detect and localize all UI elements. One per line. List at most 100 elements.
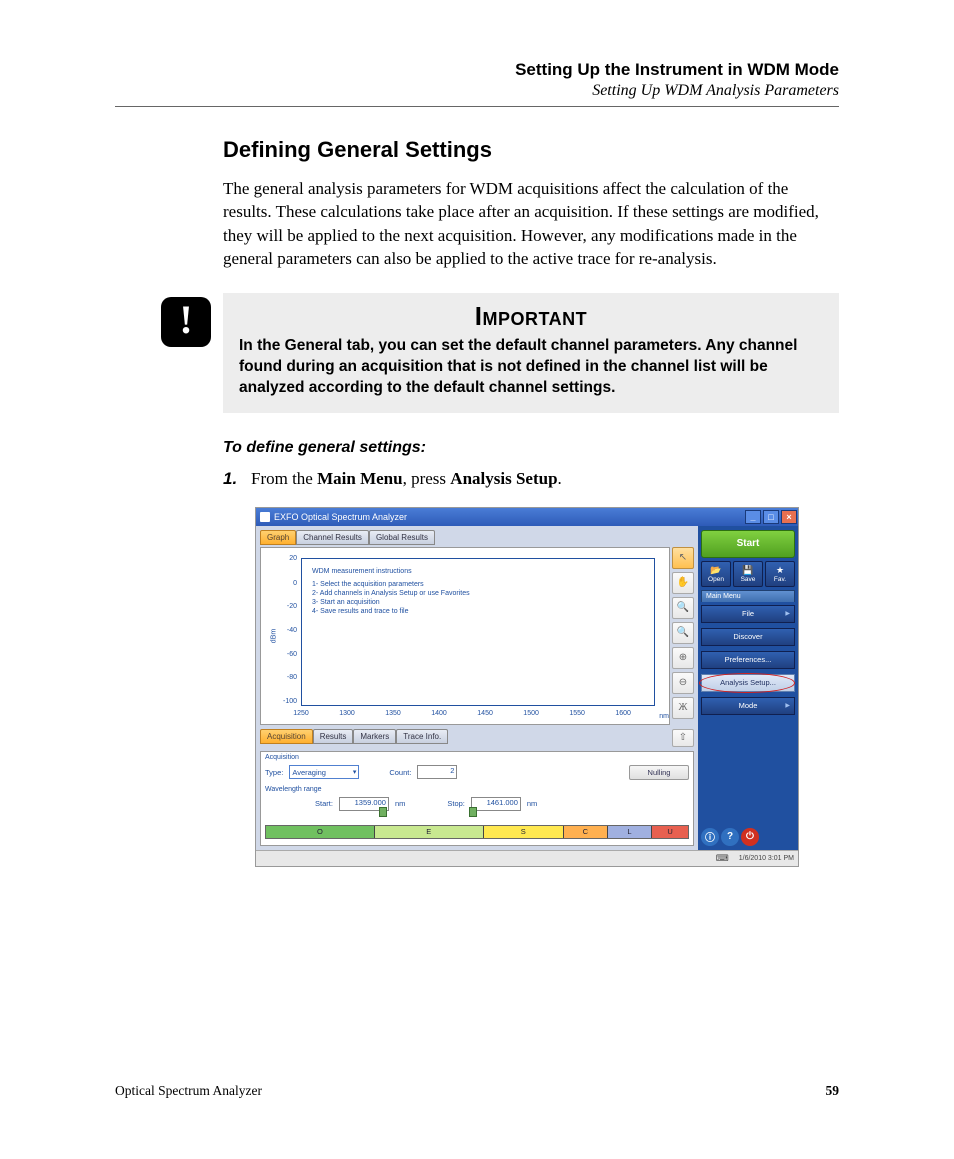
status-bar: ⌨ 1/6/2010 3:01 PM — [256, 850, 798, 866]
step-number: 1. — [223, 469, 251, 489]
window-title: EXFO Optical Spectrum Analyzer — [274, 512, 407, 522]
slider-handle-start[interactable] — [379, 807, 387, 817]
nulling-button[interactable]: Nulling — [629, 765, 689, 780]
step-1: 1. From the Main Menu, press Analysis Se… — [223, 469, 839, 489]
y-tick: -20 — [281, 603, 297, 610]
app-screenshot: EXFO Optical Spectrum Analyzer _ □ × Gra… — [255, 507, 799, 867]
x-tick: 1300 — [339, 710, 355, 717]
y-tick: -60 — [281, 651, 297, 658]
tab-acquisition[interactable]: Acquisition — [260, 729, 313, 744]
type-value: Averaging — [292, 768, 326, 777]
stop-input[interactable]: 1461.000 — [471, 797, 521, 811]
menu-analysis-setup[interactable]: Analysis Setup... — [701, 674, 795, 692]
band-s: S — [484, 826, 564, 838]
zoom-tool-icon[interactable]: 🔍 — [672, 622, 694, 644]
important-text: In the General tab, you can set the defa… — [239, 336, 823, 399]
graph-plot-area: WDM measurement instructions 1- Select t… — [301, 558, 655, 706]
menu-preferences[interactable]: Preferences... — [701, 651, 795, 669]
graph-panel: dBm 20 0 -20 -40 -60 -80 -100 WD — [260, 547, 670, 725]
step-text-fragment: , press — [403, 469, 451, 488]
type-select[interactable]: Averaging ▾ — [289, 765, 359, 779]
wavelength-range-legend: Wavelength range — [265, 786, 689, 793]
x-tick: 1350 — [385, 710, 401, 717]
keyboard-icon[interactable]: ⌨ — [716, 853, 729, 864]
header-rule — [115, 106, 839, 107]
tab-trace-info[interactable]: Trace Info. — [396, 729, 448, 744]
power-icon[interactable]: ⏻ — [741, 828, 759, 846]
save-button[interactable]: 💾Save — [733, 561, 763, 587]
x-tick: 1550 — [569, 710, 585, 717]
favorites-button[interactable]: ★Fav. — [765, 561, 795, 587]
y-tick: 20 — [281, 555, 297, 562]
tab-global-results[interactable]: Global Results — [369, 530, 435, 545]
zoom-fit-icon[interactable]: ⊕ — [672, 647, 694, 669]
x-tick: 1450 — [477, 710, 493, 717]
instr-line: 3- Start an acquisition — [312, 598, 470, 607]
slider-handle-stop[interactable] — [469, 807, 477, 817]
save-label: Save — [741, 576, 756, 583]
wavelength-band-bar: O E S C L U — [265, 825, 689, 839]
save-icon: 💾 — [742, 565, 753, 576]
info-icon[interactable]: ⓘ — [701, 828, 719, 846]
instr-title: WDM measurement instructions — [312, 567, 470, 576]
important-callout: ! Important In the General tab, you can … — [223, 293, 839, 413]
x-tick: 1400 — [431, 710, 447, 717]
star-icon: ★ — [776, 565, 784, 576]
chevron-right-icon: ▶ — [785, 610, 790, 617]
x-tick: 1500 — [523, 710, 539, 717]
pointer-tool-icon[interactable]: ↖ — [672, 547, 694, 569]
app-icon — [260, 512, 270, 522]
menu-discover[interactable]: Discover — [701, 628, 795, 646]
type-label: Type: — [265, 768, 283, 777]
zoom-in-icon[interactable]: 🔍 — [672, 597, 694, 619]
x-axis-unit: nm — [659, 713, 669, 720]
chevron-down-icon: ▾ — [353, 768, 357, 776]
start-button[interactable]: Start — [701, 530, 795, 558]
window-close-button[interactable]: × — [781, 510, 797, 524]
zoom-out-icon[interactable]: ⊖ — [672, 672, 694, 694]
step-text-bold: Main Menu — [317, 469, 402, 488]
y-tick: -40 — [281, 627, 297, 634]
status-timestamp: 1/6/2010 3:01 PM — [739, 855, 794, 862]
tab-channel-results[interactable]: Channel Results — [296, 530, 369, 545]
instr-line: 4- Save results and trace to file — [312, 607, 470, 616]
pan-tool-icon[interactable]: ✋ — [672, 572, 694, 594]
window-minimize-button[interactable]: _ — [745, 510, 761, 524]
bottom-icon-row: ⓘ ? ⏻ — [701, 828, 795, 846]
menu-file[interactable]: File▶ — [701, 605, 795, 623]
open-button[interactable]: 📂Open — [701, 561, 731, 587]
count-input[interactable]: 2 — [417, 765, 457, 779]
acquisition-panel: Acquisition Type: Averaging▾ Count: 2 Nu… — [260, 751, 694, 846]
step-text-fragment: . — [558, 469, 562, 488]
wavelength-slider[interactable] — [265, 813, 689, 819]
instr-line: 1- Select the acquisition parameters — [312, 580, 470, 589]
page-header-title: Setting Up the Instrument in WDM Mode — [115, 60, 839, 80]
tab-graph[interactable]: Graph — [260, 530, 296, 545]
band-o: O — [266, 826, 375, 838]
tab-results[interactable]: Results — [313, 729, 354, 744]
top-tabs: Graph Channel Results Global Results — [260, 530, 694, 545]
acquisition-legend: Acquisition — [265, 754, 689, 761]
graph-instructions: WDM measurement instructions 1- Select t… — [312, 567, 470, 616]
menu-label: Preferences... — [725, 655, 772, 664]
start-label: Start: — [315, 799, 333, 808]
important-heading: Important — [239, 301, 823, 332]
band-l: L — [608, 826, 652, 838]
page-header-subtitle: Setting Up WDM Analysis Parameters — [115, 82, 839, 100]
body-paragraph: The general analysis parameters for WDM … — [223, 177, 839, 271]
window-maximize-button[interactable]: □ — [763, 510, 779, 524]
menu-label: Analysis Setup... — [720, 678, 776, 687]
main-menu-header: Main Menu — [701, 590, 795, 602]
marker-tool-icon[interactable]: Ж — [672, 697, 694, 719]
start-unit: nm — [395, 799, 405, 808]
help-icon[interactable]: ? — [721, 828, 739, 846]
band-u: U — [652, 826, 688, 838]
tab-markers[interactable]: Markers — [353, 729, 396, 744]
y-axis-label: dBm — [271, 628, 278, 642]
y-tick: -100 — [281, 698, 297, 705]
menu-mode[interactable]: Mode▶ — [701, 697, 795, 715]
graph-toolbar: ↖ ✋ 🔍 🔍 ⊕ ⊖ Ж — [672, 547, 694, 725]
open-label: Open — [708, 576, 724, 583]
collapse-up-icon[interactable]: ⇧ — [672, 729, 694, 747]
exclamation-icon: ! — [161, 297, 211, 347]
